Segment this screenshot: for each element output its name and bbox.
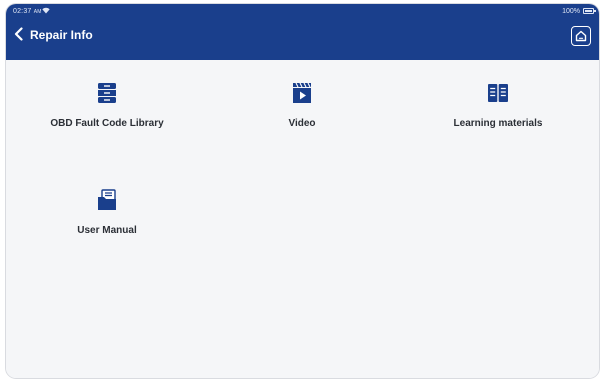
chevron-left-icon	[14, 27, 23, 41]
battery-percentage: 100%	[562, 8, 580, 15]
status-time-period: AM	[33, 9, 42, 15]
tablet-screen: 02:37 AM 100% Repair Info OBD Fault Code…	[6, 4, 599, 378]
status-time: 02:37 AM	[13, 8, 42, 15]
back-button[interactable]	[10, 25, 26, 43]
tile-label: User Manual	[77, 225, 137, 236]
battery-icon	[583, 8, 596, 14]
home-icon	[575, 30, 587, 42]
tile-grid: OBD Fault Code Library Video Learning ma…	[6, 60, 599, 378]
status-time-value: 02:37	[13, 8, 32, 15]
home-button[interactable]	[571, 26, 591, 46]
tile-video[interactable]: Video	[212, 60, 392, 140]
tile-label: OBD Fault Code Library	[50, 118, 164, 129]
page-title: Repair Info	[30, 28, 93, 42]
open-book-icon	[488, 84, 508, 102]
video-clapper-icon	[293, 82, 311, 103]
tile-obd-fault-code-library[interactable]: OBD Fault Code Library	[17, 60, 197, 140]
tile-user-manual[interactable]: User Manual	[17, 167, 197, 247]
tile-label: Video	[288, 118, 316, 129]
folder-documents-icon	[98, 189, 116, 210]
tile-learning-materials[interactable]: Learning materials	[408, 60, 588, 140]
tile-label: Learning materials	[453, 118, 543, 129]
archive-drawer-icon	[98, 83, 116, 103]
wifi-icon	[42, 7, 50, 14]
app-header: 02:37 AM 100% Repair Info	[6, 4, 599, 60]
status-bar: 02:37 AM 100%	[6, 4, 599, 18]
